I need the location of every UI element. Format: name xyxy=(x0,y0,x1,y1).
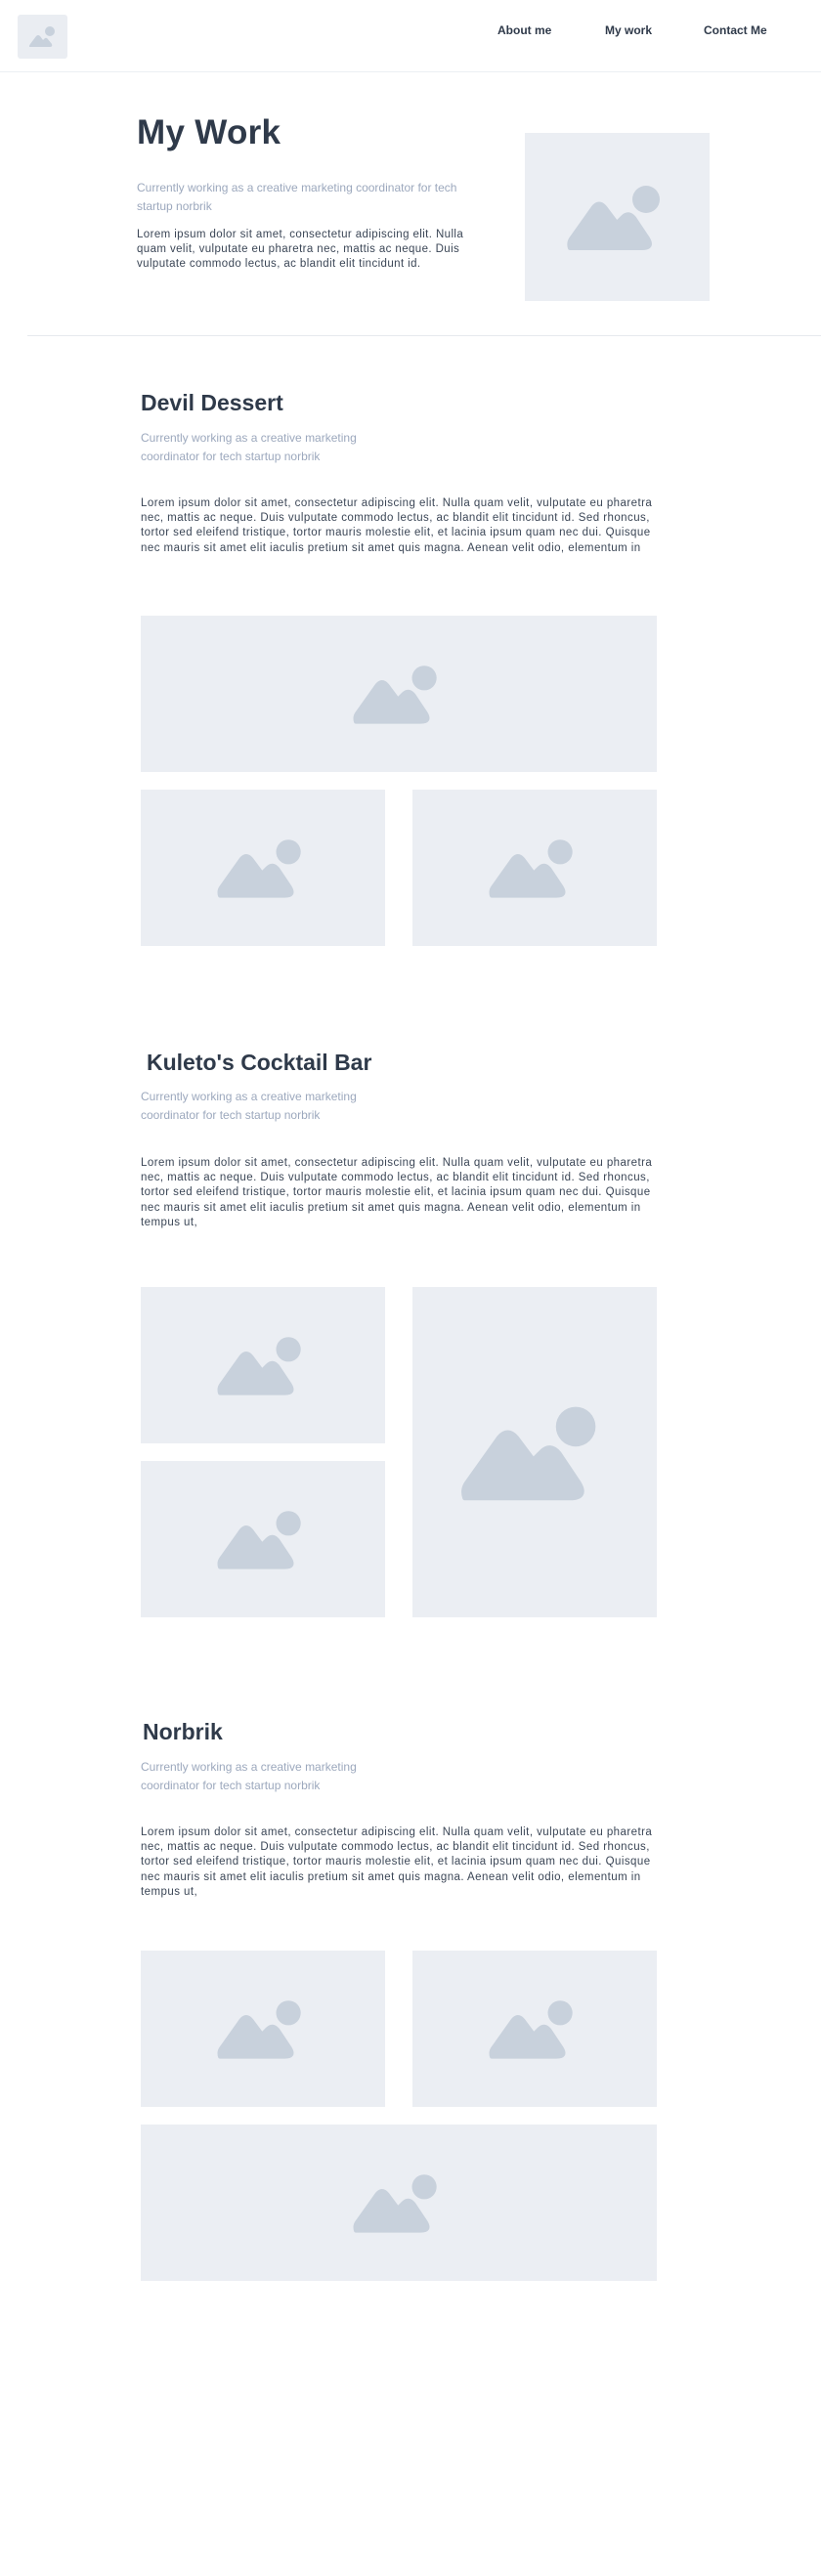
hero-subtitle: Currently working as a creative marketin… xyxy=(137,181,457,213)
nav-contact-me[interactable]: Contact Me xyxy=(704,23,767,37)
project-image xyxy=(141,2125,657,2281)
project-image xyxy=(141,1951,385,2107)
image-placeholder-icon xyxy=(353,665,437,724)
project-body-text: Lorem ipsum dolor sit amet, consectetur … xyxy=(141,1157,653,1228)
project-image xyxy=(412,1287,657,1617)
page-title: My Work xyxy=(137,113,281,151)
project-body-text: Lorem ipsum dolor sit amet, consectetur … xyxy=(141,1826,653,1898)
image-placeholder-icon xyxy=(461,1406,596,1501)
project-image xyxy=(141,790,385,946)
image-placeholder-icon xyxy=(489,2000,573,2059)
nav-my-work[interactable]: My work xyxy=(605,23,652,37)
section-divider xyxy=(27,335,821,336)
nav-about-me[interactable]: About me xyxy=(497,23,551,37)
project-image xyxy=(141,1287,385,1443)
logo[interactable] xyxy=(18,15,67,59)
project-image xyxy=(412,1951,657,2107)
site-header: About me My work Contact Me xyxy=(0,0,821,72)
project-title-norbrik: Norbrik xyxy=(143,1719,223,1744)
image-placeholder-icon xyxy=(353,2174,437,2233)
image-placeholder-icon xyxy=(217,2000,301,2059)
image-placeholder-icon xyxy=(29,26,55,47)
project-title-devil-dessert: Devil Dessert xyxy=(141,390,283,415)
project-subtitle: Currently working as a creative marketin… xyxy=(141,1090,357,1122)
image-placeholder-icon xyxy=(489,839,573,898)
image-placeholder-icon xyxy=(217,1337,301,1395)
hero-body-text: Lorem ipsum dolor sit amet, consectetur … xyxy=(137,229,464,270)
project-subtitle: Currently working as a creative marketin… xyxy=(141,1760,357,1792)
project-title-kuletos-cocktail-bar: Kuleto's Cocktail Bar xyxy=(147,1050,372,1075)
image-placeholder-icon xyxy=(566,186,660,250)
project-image xyxy=(412,790,657,946)
image-placeholder-icon xyxy=(217,1511,301,1569)
project-subtitle: Currently working as a creative marketin… xyxy=(141,431,357,463)
project-image xyxy=(141,616,657,772)
project-body-text: Lorem ipsum dolor sit amet, consectetur … xyxy=(141,497,653,554)
project-image xyxy=(141,1461,385,1617)
image-placeholder-icon xyxy=(217,839,301,898)
hero-image xyxy=(525,133,710,301)
